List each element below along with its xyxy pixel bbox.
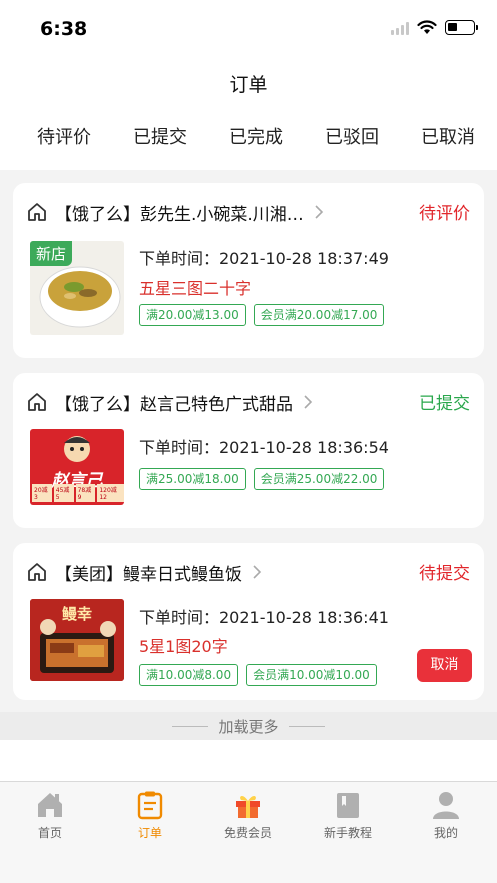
coupon-strip: 20减3 45减5 78减9 120减12: [32, 484, 124, 502]
home-icon: [38, 793, 62, 817]
tab-completed[interactable]: 已完成: [229, 123, 283, 149]
tabbar-label: 免费会员: [223, 826, 272, 840]
shop-header[interactable]: 【饿了么】彭先生.小碗菜.川湘…: [27, 197, 324, 227]
member-discount-tag: 会员满25.00减22.00: [253, 468, 385, 490]
new-store-badge: 新店: [30, 241, 73, 266]
chevron-right-icon: [253, 565, 262, 579]
store-brand-logo: 鳗幸: [61, 605, 92, 623]
load-more[interactable]: 加载更多: [0, 712, 497, 740]
cellular-signal-icon: [391, 21, 409, 35]
review-requirement: 5星1图20字: [139, 637, 228, 656]
discount-tag: 满10.00减8.00: [139, 664, 239, 686]
order-card[interactable]: 【饿了么】彭先生.小碗菜.川湘… 待评价 新店 下单时间：2021-10-28 …: [13, 183, 484, 358]
shop-header[interactable]: 【美团】鳗幸日式鳗鱼饭: [27, 557, 262, 587]
chevron-right-icon: [315, 205, 323, 219]
status-bar: 6:38: [0, 0, 497, 60]
tabbar-label: 我的: [433, 826, 458, 840]
status-time: 6:38: [40, 18, 88, 40]
discount-tags: 满25.00减18.00 会员满25.00减22.00: [139, 468, 385, 490]
cancel-order-button[interactable]: 取消: [417, 649, 472, 682]
discount-tag: 满25.00减18.00: [139, 468, 246, 490]
book-icon: [337, 793, 359, 818]
discount-tags: 满10.00减8.00 会员满10.00减10.00: [139, 664, 377, 686]
tab-pending-review[interactable]: 待评价: [37, 123, 91, 149]
tabbar-free-membership[interactable]: 免费会员: [208, 790, 288, 841]
tabbar-orders[interactable]: 订单: [110, 790, 190, 841]
store-icon: [28, 563, 46, 581]
order-card[interactable]: 【美团】鳗幸日式鳗鱼饭 待提交 鳗幸 下单时间：2021-10-28 18:36…: [13, 543, 484, 700]
tabbar-profile[interactable]: 我的: [406, 790, 486, 841]
tabbar-label: 订单: [137, 826, 162, 840]
tabbar-label: 首页: [37, 826, 62, 840]
status-icons: [391, 20, 478, 35]
coupon-chip: 120减12: [97, 484, 124, 502]
battery-icon: [445, 20, 478, 35]
discount-tags: 满20.00减13.00 会员满20.00减17.00: [139, 304, 385, 326]
bottom-tab-bar: 首页 订单 免费会员 新手教程 我的: [0, 781, 497, 883]
food-thumbnail: 鳗幸: [30, 599, 124, 681]
review-requirement: 五星三图二十字: [139, 279, 252, 298]
gift-icon: [236, 795, 260, 818]
coupon-chip: 45减5: [53, 484, 74, 502]
shop-name: 【饿了么】彭先生.小碗菜.川湘…: [55, 204, 304, 225]
shop-name: 【美团】鳗幸日式鳗鱼饭: [55, 564, 242, 585]
order-card[interactable]: 【饿了么】赵言己特色广式甜品 已提交 赵言己 20减3 45减5 78减9 12…: [13, 373, 484, 528]
tab-submitted[interactable]: 已提交: [133, 123, 187, 149]
shop-name: 【饿了么】赵言己特色广式甜品: [55, 394, 293, 415]
order-status-label: 待提交: [419, 564, 470, 584]
order-time: 下单时间：2021-10-28 18:37:49: [139, 249, 389, 268]
order-time: 下单时间：2021-10-28 18:36:54: [139, 438, 389, 457]
tabbar-tutorial[interactable]: 新手教程: [308, 790, 388, 841]
page-title: 订单: [229, 74, 268, 96]
divider-line: [172, 725, 209, 727]
shop-header[interactable]: 【饿了么】赵言己特色广式甜品: [27, 387, 313, 417]
store-icon: [28, 203, 46, 221]
profile-icon: [433, 792, 459, 819]
chevron-right-icon: [304, 395, 313, 409]
coupon-chip: 78减9: [75, 484, 96, 502]
store-icon: [28, 393, 46, 411]
order-time: 下单时间：2021-10-28 18:36:41: [139, 608, 389, 627]
store-thumbnail: 赵言己 20减3 45减5 78减9 120减12: [30, 429, 124, 505]
member-discount-tag: 会员满10.00减10.00: [246, 664, 377, 686]
coupon-chip: 20减3: [32, 484, 52, 502]
tab-cancelled[interactable]: 已取消: [421, 123, 475, 149]
order-icon: [137, 791, 163, 820]
order-status-label: 待评价: [419, 204, 470, 224]
food-thumbnail: 新店: [30, 241, 124, 335]
member-discount-tag: 会员满20.00减17.00: [253, 304, 385, 326]
discount-tag: 满20.00减13.00: [139, 304, 246, 326]
tabbar-label: 新手教程: [323, 826, 372, 840]
wifi-icon: [417, 20, 437, 34]
order-status-label: 已提交: [419, 394, 470, 414]
load-more-label: 加载更多: [218, 717, 279, 736]
divider-line: [288, 725, 325, 727]
order-status-tabs: 待评价 已提交 已完成 已驳回 已取消: [0, 118, 497, 154]
tab-rejected[interactable]: 已驳回: [325, 123, 379, 149]
tabbar-home[interactable]: 首页: [10, 790, 90, 841]
